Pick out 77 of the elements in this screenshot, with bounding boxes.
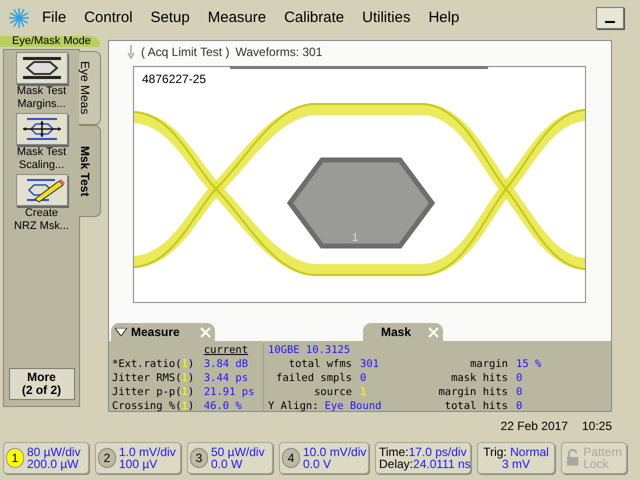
menu-item[interactable]: Utilities (362, 6, 410, 30)
menu-item[interactable]: Measure (208, 6, 266, 30)
mask-stat-label: mask hits (450, 371, 508, 385)
trigger-button[interactable]: Trig: Normal 3 mV (477, 442, 555, 474)
measurement-label: *Ext.ratio(1) (112, 357, 196, 371)
channel-offset: 200.0 µW (27, 458, 79, 470)
waveform-count: Waveforms: 301 (235, 44, 322, 61)
mask-number: 1 (352, 231, 358, 246)
tool-button[interactable]: Mask Test Margins... (16, 52, 68, 111)
channel-scale: 50 µW/div (211, 446, 265, 458)
mask-stat-value: 301 (360, 357, 380, 371)
channel-offset: 0.0 W (211, 458, 242, 470)
mask-stat-value: 0 (516, 399, 524, 413)
mask-stat-value: 15 % (516, 357, 542, 371)
close-icon[interactable] (428, 326, 439, 338)
tool-button[interactable]: Create NRZ Msk... (14, 174, 69, 233)
channel-number-badge: 1 (6, 448, 24, 468)
menu-item[interactable]: Help (428, 6, 460, 30)
time: 10:25 (582, 418, 612, 435)
channel-offset: 100 µV (119, 458, 158, 470)
measurement-value: 21.91 ps (204, 385, 256, 399)
measurement-label: Crossing %(1) (112, 399, 196, 413)
mode-label: Eye/Mask Mode (0, 36, 100, 47)
mask-stat-label: margin (469, 357, 508, 371)
y-align-value: Eye Bound (324, 399, 382, 413)
side-tab[interactable]: Msk Test (79, 125, 101, 217)
measure-title: Measure (131, 324, 180, 341)
channel-number-badge: 2 (98, 448, 116, 468)
menu-item[interactable]: Control (84, 6, 133, 30)
down-arrow-icon (127, 45, 135, 59)
mask-tab[interactable]: Mask (363, 323, 443, 341)
mask-stat-value: 1 (360, 385, 368, 399)
measurement-label: Jitter RMS(1) (112, 371, 196, 385)
mask-title: Mask (381, 324, 412, 341)
minimize-icon (605, 21, 615, 23)
tool-button-label: Mask Test Margins... (16, 85, 66, 111)
menu-item[interactable]: File (42, 6, 66, 30)
menu-item[interactable]: Setup (150, 6, 190, 30)
mask-stat-label: total hits (444, 399, 508, 413)
y-align-label: Y Align: (268, 399, 319, 413)
mask-stat-label: source (313, 385, 352, 399)
channel-scale: 1.0 mV/div (119, 446, 176, 458)
timebase-time: Time:17.0 ps/div (379, 446, 467, 458)
measurement-value: 3.84 dB (204, 357, 250, 371)
date: 22 Feb 2017 (500, 418, 568, 435)
channel-offset: 0.0 V (303, 458, 332, 470)
mask-stat-label: failed smpls (275, 371, 352, 385)
tool-button[interactable]: Mask Test Scaling... (16, 113, 68, 172)
measurement-label: Jitter p-p(1) (112, 385, 196, 399)
channel-number-badge: 3 (190, 448, 208, 468)
padlock-icon (566, 449, 580, 467)
channel-scale: 80 µW/div (27, 446, 81, 458)
channel-scale: 10.0 mV/div (303, 446, 366, 458)
column-header: current (204, 343, 250, 357)
side-tab[interactable]: Eye Meas (79, 51, 101, 125)
mask-standard: 10GBE 10.3125 (268, 343, 352, 357)
tool-button-label: Mask Test Scaling... (16, 146, 66, 172)
close-icon[interactable] (200, 326, 211, 338)
trigger-mode: Trig: Normal (483, 446, 549, 458)
mask-stat-value: 0 (360, 371, 368, 385)
more-button[interactable]: More (2 of 2) (8, 368, 74, 400)
measurement-value: 46.0 % (204, 399, 243, 413)
tool-button-label: Create NRZ Msk... (14, 207, 69, 233)
acquisition-status: ( Acq Limit Test ) (141, 44, 230, 61)
minimize-button[interactable] (596, 7, 624, 29)
trigger-level: 3 mV (502, 458, 530, 470)
channel-number-badge: 4 (282, 448, 300, 468)
measurement-value: 3.44 ps (204, 371, 250, 385)
mask-stat-value: 0 (516, 385, 524, 399)
measure-tab[interactable]: Measure (111, 323, 215, 341)
menu-item[interactable]: Calibrate (284, 6, 344, 30)
timebase-button[interactable]: Time:17.0 ps/div Delay:24.0111 ns (375, 442, 471, 474)
mask-stat-value: 0 (516, 371, 524, 385)
mask-stat-label: margin hits (437, 385, 508, 399)
mask-stat-label: total wfms (288, 357, 352, 371)
collapse-triangle-icon (115, 328, 127, 336)
starburst-logo-icon (8, 7, 30, 29)
